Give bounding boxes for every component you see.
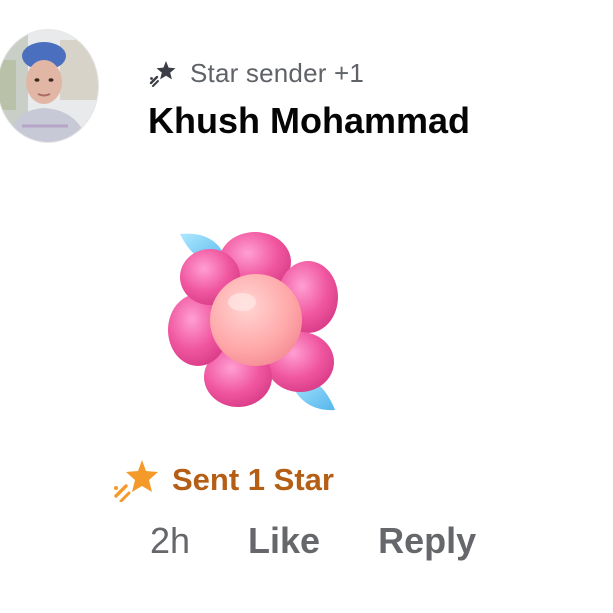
reply-button[interactable]: Reply [378,520,476,562]
badge-label: Star sender +1 [190,57,365,88]
author-name[interactable]: Khush Mohammad [148,100,470,142]
star-sender-badge[interactable]: Star sender +1 [148,56,470,90]
flower-sticker[interactable] [160,222,350,412]
comment-timestamp: 2h [150,520,191,561]
sent-stars-label: Sent 1 Star [172,462,334,497]
pink-flower-sticker-icon [168,232,338,411]
comment-header: Star sender +1 Khush Mohammad [148,56,470,142]
comment-actions: 2h Like Reply [150,520,476,562]
comment: Star sender +1 Khush Mohammad Sent 1 Sta… [0,0,613,613]
sent-stars-row: Sent 1 Star [112,458,334,502]
like-button[interactable]: Like [248,520,320,562]
profile-photo-icon [0,30,98,142]
star-sender-icon [149,61,176,87]
avatar[interactable] [0,30,98,142]
star-icon [114,460,158,502]
